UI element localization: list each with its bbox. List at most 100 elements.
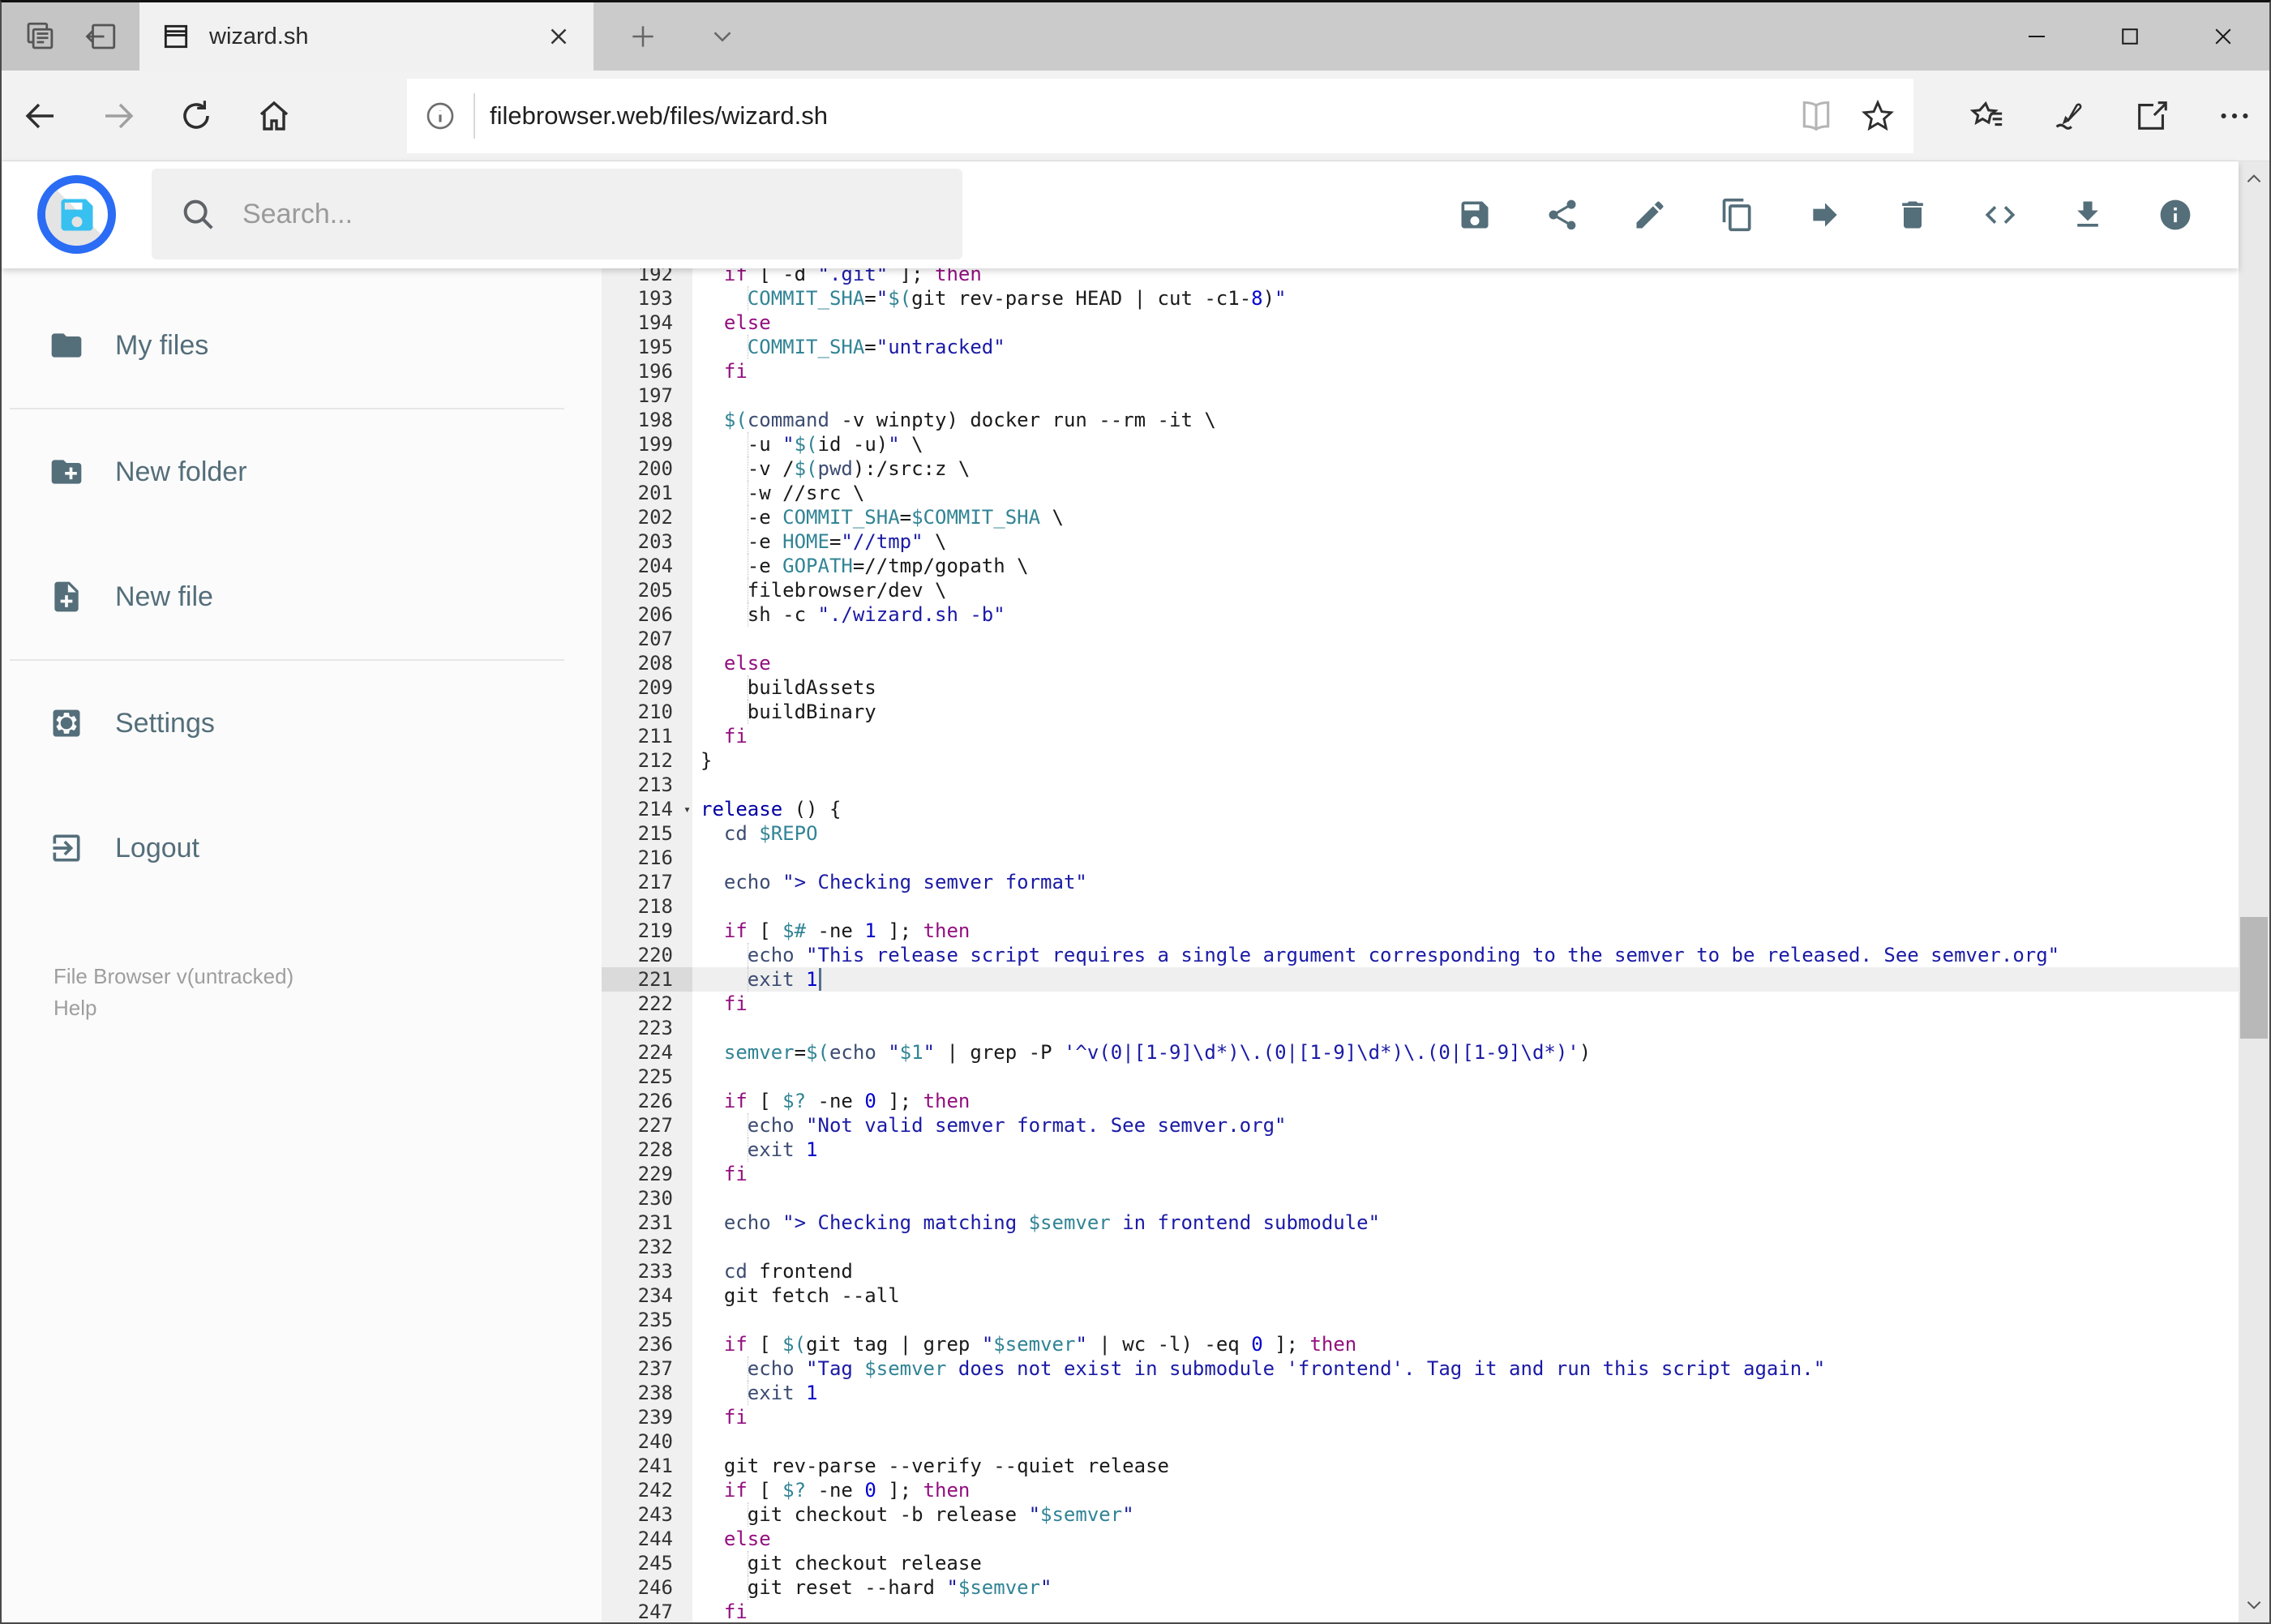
tab-close-icon[interactable]: [545, 23, 572, 50]
code-line[interactable]: else: [692, 651, 2239, 675]
home-button[interactable]: [235, 77, 313, 155]
code-row-222[interactable]: 222 fi: [602, 992, 2239, 1016]
editor-lines[interactable]: 192 if [ -d ".git" ]; then 193 COMMIT_SHA…: [602, 268, 2239, 1622]
code-row-247[interactable]: 247 fi: [602, 1600, 2239, 1622]
code-line[interactable]: if [ $(git tag | grep "$semver" | wc -l)…: [692, 1332, 2239, 1356]
page-scrollbar[interactable]: [2239, 161, 2269, 1622]
code-button[interactable]: [1982, 197, 2018, 233]
code-line[interactable]: -e GOPATH=//tmp/gopath \: [692, 554, 2239, 578]
code-line[interactable]: else: [692, 311, 2239, 335]
help-link[interactable]: Help: [54, 996, 96, 1020]
search-box[interactable]: [152, 169, 962, 259]
code-row-244[interactable]: 244 else: [602, 1527, 2239, 1551]
code-row-242[interactable]: 242 if [ $? -ne 0 ]; then: [602, 1478, 2239, 1502]
code-line[interactable]: [692, 1065, 2239, 1089]
code-row-213[interactable]: 213: [602, 773, 2239, 797]
code-row-223[interactable]: 223: [602, 1016, 2239, 1040]
close-button[interactable]: [2176, 2, 2269, 71]
code-row-217[interactable]: 217 echo "> Checking semver format": [602, 870, 2239, 894]
code-line[interactable]: $(command -v winpty) docker run --rm -it…: [692, 408, 2239, 432]
fold-arrow-icon[interactable]: ▾: [683, 797, 691, 821]
code-row-206[interactable]: 206 sh -c "./wizard.sh -b": [602, 602, 2239, 627]
filebrowser-logo[interactable]: [37, 175, 116, 254]
code-row-240[interactable]: 240: [602, 1429, 2239, 1454]
code-line[interactable]: echo "This release script requires a sin…: [692, 943, 2239, 967]
code-row-204[interactable]: 204 -e GOPATH=//tmp/gopath \: [602, 554, 2239, 578]
tab-preview-chevron-icon[interactable]: [707, 21, 738, 52]
code-row-202[interactable]: 202 -e COMMIT_SHA=$COMMIT_SHA \: [602, 505, 2239, 529]
tab-wizard-sh[interactable]: wizard.sh: [139, 2, 593, 71]
code-line[interactable]: cd frontend: [692, 1259, 2239, 1283]
scroll-up-icon[interactable]: [2239, 161, 2269, 197]
code-line[interactable]: echo "Not valid semver format. See semve…: [692, 1113, 2239, 1138]
code-row-224[interactable]: 224 semver=$(echo "$1" | grep -P '^v(0|[…: [602, 1040, 2239, 1065]
code-row-194[interactable]: 194 else: [602, 311, 2239, 335]
code-line[interactable]: exit 1: [692, 1138, 2239, 1162]
code-line[interactable]: fi: [692, 1405, 2239, 1429]
code-line[interactable]: [692, 846, 2239, 870]
favorite-star-icon[interactable]: [1860, 98, 1896, 134]
code-line[interactable]: exit 1: [692, 967, 2239, 992]
code-row-198[interactable]: 198 $(command -v winpty) docker run --rm…: [602, 408, 2239, 432]
new-tab-button[interactable]: [628, 21, 658, 52]
code-row-210[interactable]: 210 buildBinary: [602, 700, 2239, 724]
code-row-201[interactable]: 201 -w //src \: [602, 481, 2239, 505]
share-button[interactable]: [1545, 197, 1580, 233]
edit-button[interactable]: [1632, 197, 1668, 233]
code-row-212[interactable]: 212}: [602, 748, 2239, 773]
copy-button[interactable]: [1720, 197, 1755, 233]
code-row-243[interactable]: 243 git checkout -b release "$semver": [602, 1502, 2239, 1527]
code-line[interactable]: if [ -d ".git" ]; then: [692, 268, 2239, 286]
code-line[interactable]: buildBinary: [692, 700, 2239, 724]
code-line[interactable]: filebrowser/dev \: [692, 578, 2239, 602]
code-line[interactable]: fi: [692, 359, 2239, 384]
move-button[interactable]: [1807, 197, 1843, 233]
code-line[interactable]: [692, 1308, 2239, 1332]
code-row-226[interactable]: 226 if [ $? -ne 0 ]; then: [602, 1089, 2239, 1113]
code-line[interactable]: [692, 773, 2239, 797]
code-row-208[interactable]: 208 else: [602, 651, 2239, 675]
code-line[interactable]: [692, 894, 2239, 919]
code-row-236[interactable]: 236 if [ $(git tag | grep "$semver" | wc…: [602, 1332, 2239, 1356]
code-row-228[interactable]: 228 exit 1: [602, 1138, 2239, 1162]
scrollbar-thumb[interactable]: [2240, 917, 2268, 1039]
scroll-down-icon[interactable]: [2239, 1587, 2269, 1622]
code-row-211[interactable]: 211 fi: [602, 724, 2239, 748]
code-row-207[interactable]: 207: [602, 627, 2239, 651]
code-row-232[interactable]: 232: [602, 1235, 2239, 1259]
code-line[interactable]: [692, 384, 2239, 408]
code-row-229[interactable]: 229 fi: [602, 1162, 2239, 1186]
code-row-220[interactable]: 220 echo "This release script requires a…: [602, 943, 2239, 967]
code-line[interactable]: git fetch --all: [692, 1283, 2239, 1308]
forward-button[interactable]: [79, 77, 157, 155]
sidebar-item-new-folder[interactable]: New folder: [2, 409, 602, 534]
code-row-235[interactable]: 235: [602, 1308, 2239, 1332]
code-editor[interactable]: 192 if [ -d ".git" ]; then 193 COMMIT_SHA…: [602, 268, 2239, 1622]
more-menu-icon[interactable]: [2216, 97, 2253, 135]
code-line[interactable]: exit 1: [692, 1381, 2239, 1405]
share-page-icon[interactable]: [2133, 97, 2170, 135]
sidebar-item-settings[interactable]: Settings: [2, 661, 602, 786]
delete-button[interactable]: [1895, 197, 1930, 233]
code-line[interactable]: COMMIT_SHA="$(git rev-parse HEAD | cut -…: [692, 286, 2239, 311]
code-line[interactable]: git checkout -b release "$semver": [692, 1502, 2239, 1527]
info-button[interactable]: [2157, 197, 2193, 233]
address-bar[interactable]: filebrowser.web/files/wizard.sh: [407, 79, 1913, 153]
code-row-192[interactable]: 192 if [ -d ".git" ]; then: [602, 268, 2239, 286]
code-line[interactable]: -u "$(id -u)" \: [692, 432, 2239, 456]
code-row-245[interactable]: 245 git checkout release: [602, 1551, 2239, 1575]
code-row-246[interactable]: 246 git reset --hard "$semver": [602, 1575, 2239, 1600]
code-line[interactable]: else: [692, 1527, 2239, 1551]
code-line[interactable]: echo "> Checking semver format": [692, 870, 2239, 894]
download-button[interactable]: [2070, 197, 2106, 233]
code-line[interactable]: echo "Tag $semver does not exist in subm…: [692, 1356, 2239, 1381]
code-row-225[interactable]: 225: [602, 1065, 2239, 1089]
code-line[interactable]: [692, 1235, 2239, 1259]
code-line[interactable]: git reset --hard "$semver": [692, 1575, 2239, 1600]
code-row-205[interactable]: 205 filebrowser/dev \: [602, 578, 2239, 602]
code-line[interactable]: -w //src \: [692, 481, 2239, 505]
back-button[interactable]: [2, 77, 79, 155]
code-row-230[interactable]: 230: [602, 1186, 2239, 1211]
set-tabs-aside-icon[interactable]: [84, 19, 118, 54]
code-line[interactable]: if [ $? -ne 0 ]; then: [692, 1478, 2239, 1502]
